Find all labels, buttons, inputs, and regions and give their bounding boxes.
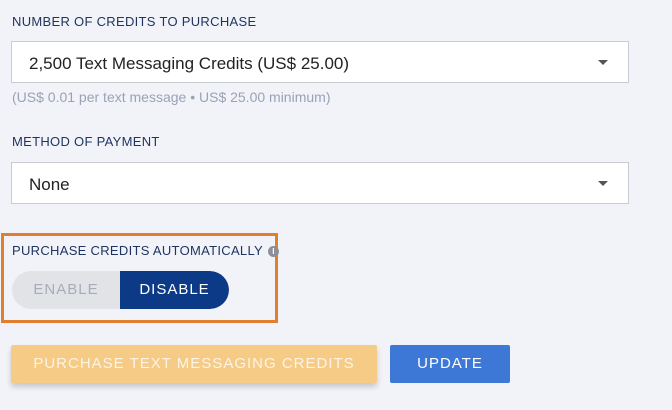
payment-select-value: None xyxy=(29,175,70,194)
info-icon[interactable]: i xyxy=(268,246,279,258)
chevron-down-icon xyxy=(598,60,608,65)
auto-purchase-label-text: PURCHASE CREDITS AUTOMATICALLY xyxy=(12,243,263,258)
payment-label: METHOD OF PAYMENT xyxy=(12,134,160,149)
credits-hint: (US$ 0.01 per text message • US$ 25.00 m… xyxy=(12,89,331,105)
purchase-credits-button[interactable]: PURCHASE TEXT MESSAGING CREDITS xyxy=(11,345,377,383)
update-button[interactable]: UPDATE xyxy=(390,345,510,383)
credits-select[interactable]: 2,500 Text Messaging Credits (US$ 25.00) xyxy=(11,41,629,83)
chevron-down-icon xyxy=(598,181,608,186)
disable-option[interactable]: DISABLE xyxy=(120,271,229,309)
credits-select-value: 2,500 Text Messaging Credits (US$ 25.00) xyxy=(29,54,350,73)
payment-select[interactable]: None xyxy=(11,162,629,204)
auto-purchase-label: PURCHASE CREDITS AUTOMATICALLY i xyxy=(12,243,279,258)
enable-option[interactable]: ENABLE xyxy=(12,271,120,309)
auto-purchase-toggle: ENABLE DISABLE xyxy=(12,271,229,309)
credits-label: NUMBER OF CREDITS TO PURCHASE xyxy=(12,14,257,29)
